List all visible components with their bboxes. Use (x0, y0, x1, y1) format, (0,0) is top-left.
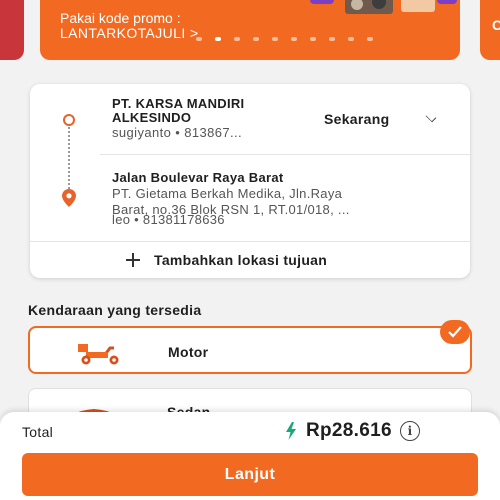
info-icon[interactable]: i (399, 421, 420, 441)
plus-icon (126, 253, 140, 267)
promo-text: Pakai kode promo : (60, 10, 181, 26)
promo-carousel[interactable]: Pakai kode promo : LANTARKOTAJULI > C (0, 0, 500, 68)
total-label: Total (22, 424, 54, 440)
banner-peek-left[interactable] (0, 0, 24, 60)
destination-name[interactable]: Jalan Boulevar Raya Barat (112, 170, 284, 185)
destination-contact: leo • 81381178636 (112, 212, 225, 227)
promo-illustration (310, 0, 457, 14)
promo-code-link[interactable]: LANTARKOTAJULI > (60, 25, 199, 41)
pickup-time-select[interactable]: Sekarang (324, 111, 389, 127)
carousel-dot[interactable] (234, 37, 240, 41)
divider (100, 154, 470, 155)
carousel-dots (196, 37, 373, 41)
carousel-dot[interactable] (272, 37, 278, 41)
continue-button[interactable]: Lanjut (22, 453, 478, 496)
banner-peek-right[interactable]: C (480, 0, 500, 60)
route-connector (68, 124, 70, 196)
origin-name[interactable]: PT. KARSA MANDIRI ALKESINDO (112, 97, 312, 125)
peek-text: C (492, 17, 500, 33)
destination-address-line: PT. Gietama Berkah Medika, Jln.Raya (112, 186, 343, 201)
total-price: Rp28.616 (306, 420, 392, 441)
carousel-dot[interactable] (329, 37, 335, 41)
destination-pin-icon (62, 189, 76, 207)
add-destination-label: Tambahkan lokasi tujuan (154, 252, 328, 268)
carousel-dot[interactable] (215, 37, 221, 41)
scooter-icon (78, 344, 119, 365)
promo-banner[interactable]: Pakai kode promo : LANTARKOTAJULI > (40, 0, 460, 60)
vehicle-option-motor[interactable]: Motor (28, 326, 472, 374)
origin-contact: sugiyanto • 813867... (112, 125, 243, 140)
selected-check-icon (440, 320, 470, 344)
chevron-down-icon[interactable] (425, 111, 437, 123)
vehicle-name: Motor (168, 344, 209, 360)
carousel-dot[interactable] (253, 37, 259, 41)
carousel-dot[interactable] (196, 37, 202, 41)
add-destination-button[interactable]: Tambahkan lokasi tujuan (126, 252, 327, 268)
carousel-dot[interactable] (367, 37, 373, 41)
price-row: Rp28.616 i (284, 420, 420, 442)
carousel-dot[interactable] (310, 37, 316, 41)
route-card: PT. KARSA MANDIRI ALKESINDO sugiyanto • … (30, 84, 470, 278)
carousel-dot[interactable] (348, 37, 354, 41)
lightning-icon (286, 422, 296, 440)
checkout-sheet: Total Rp28.616 i Lanjut (0, 412, 500, 500)
divider (30, 241, 470, 242)
carousel-dot[interactable] (291, 37, 297, 41)
origin-dot-icon (63, 114, 75, 126)
vehicles-section-title: Kendaraan yang tersedia (28, 302, 202, 318)
